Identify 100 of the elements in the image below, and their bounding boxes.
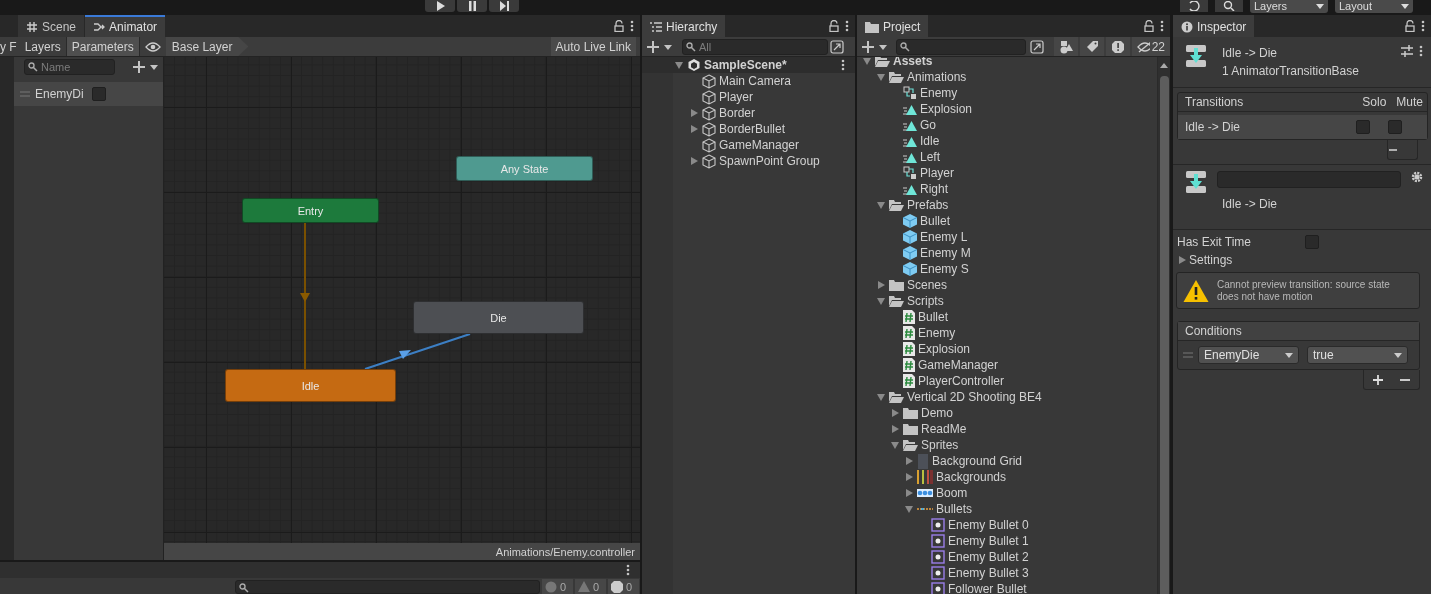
scroll-up-icon[interactable] <box>1160 63 1168 68</box>
lock-icon[interactable] <box>614 20 624 32</box>
checkbox[interactable] <box>1356 120 1370 134</box>
lock-icon[interactable] <box>1144 20 1154 32</box>
asset-name[interactable]: Scripts <box>907 293 944 309</box>
search-field[interactable]: All <box>682 38 828 55</box>
parameter-dropdown[interactable]: EnemyDie <box>1198 346 1299 364</box>
expand-arrow-icon[interactable] <box>890 440 900 450</box>
asset-name[interactable]: Enemy M <box>920 245 971 261</box>
step-button[interactable] <box>489 0 519 12</box>
asset-name[interactable]: Demo <box>921 405 953 421</box>
asset-name[interactable]: Enemy Bullet 0 <box>948 517 1029 533</box>
transition-row[interactable]: Idle -> Die <box>1178 115 1427 139</box>
panel-tab[interactable]: Animator <box>85 15 166 37</box>
expand-arrow-icon[interactable] <box>904 472 914 482</box>
add-dropdown-icon[interactable] <box>862 39 888 54</box>
asset-name[interactable]: Enemy Bullet 3 <box>948 565 1029 581</box>
counter-button[interactable]: 0 <box>542 579 573 594</box>
asset-name[interactable]: Assets <box>893 57 933 69</box>
tab-label[interactable]: y F <box>0 38 20 55</box>
asset-name[interactable]: Bullet <box>920 213 951 229</box>
search-field[interactable]: Name <box>24 59 115 75</box>
expand-arrow-icon[interactable] <box>876 296 886 306</box>
asset-name[interactable]: Scenes <box>907 277 948 293</box>
more-options-icon[interactable] <box>1419 45 1423 57</box>
asset-name[interactable]: Enemy L <box>920 229 968 245</box>
toggle-button[interactable]: Auto Live Link <box>550 37 636 56</box>
panel-tab[interactable]: Hierarchy <box>642 15 726 37</box>
asset-name[interactable]: Explosion <box>920 101 973 117</box>
lock-icon[interactable] <box>1405 20 1415 32</box>
drag-handle-icon[interactable] <box>1183 352 1193 358</box>
game-object[interactable]: GameManager <box>719 137 800 153</box>
transition-arrow[interactable] <box>364 333 471 370</box>
more-options-icon[interactable] <box>626 564 630 576</box>
transition-arrow[interactable] <box>300 222 310 370</box>
checkbox[interactable] <box>1305 235 1319 249</box>
asset-name[interactable]: Bullets <box>936 501 973 517</box>
expand-arrow-icon[interactable] <box>904 488 914 498</box>
expand-arrow-icon[interactable] <box>876 392 886 402</box>
asset-name[interactable]: Backgrounds <box>936 469 1007 485</box>
game-object[interactable]: SpawnPoint Group <box>719 153 820 169</box>
expand-arrow-icon[interactable] <box>674 60 684 70</box>
panel-tab[interactable]: Project <box>857 15 929 37</box>
breadcrumb[interactable]: Base Layer <box>165 37 249 56</box>
asset-name[interactable]: Vertical 2D Shooting BE4 <box>907 389 1042 405</box>
search-button[interactable] <box>1215 0 1243 12</box>
expand-arrow-icon[interactable] <box>876 72 886 82</box>
state-node[interactable]: Die <box>413 301 584 334</box>
game-object[interactable]: BorderBullet <box>719 121 786 137</box>
layout-dropdown[interactable]: Layout <box>1335 0 1413 13</box>
search-field[interactable] <box>235 580 540 594</box>
expand-arrow-icon[interactable] <box>904 456 914 466</box>
open-window-icon[interactable] <box>830 39 844 54</box>
asset-name[interactable]: Sprites <box>921 437 959 453</box>
expand-arrow-icon[interactable] <box>876 200 886 210</box>
expand-arrow-icon[interactable] <box>890 408 900 418</box>
game-object[interactable]: Main Camera <box>719 73 792 89</box>
hidden-packages-button[interactable]: 22 <box>1132 37 1170 56</box>
history-button[interactable] <box>1180 0 1208 12</box>
remove-button[interactable] <box>1387 140 1418 160</box>
asset-name[interactable]: Boom <box>936 485 968 501</box>
more-options-icon[interactable] <box>630 20 634 32</box>
foldout-arrow-icon[interactable] <box>1177 255 1187 265</box>
scrollbar-thumb[interactable] <box>1159 76 1169 594</box>
asset-name[interactable]: Enemy <box>920 85 958 101</box>
warning-filter-button[interactable] <box>1106 37 1130 56</box>
pause-button[interactable] <box>457 0 487 12</box>
asset-name[interactable]: Follower Bullet <box>948 581 1027 594</box>
asset-name[interactable]: Right <box>920 181 948 197</box>
expand-arrow-icon[interactable] <box>689 156 699 166</box>
search-field[interactable] <box>896 38 1026 55</box>
counter-button[interactable]: 0 <box>608 579 639 594</box>
asset-name[interactable]: Idle <box>920 133 940 149</box>
expand-arrow-icon[interactable] <box>904 504 914 514</box>
more-options-icon[interactable] <box>1421 20 1425 32</box>
expand-arrow-icon[interactable] <box>876 280 886 290</box>
asset-name[interactable]: Enemy S <box>920 261 969 277</box>
layers-dropdown[interactable]: Layers <box>1250 0 1328 13</box>
add-dropdown-icon[interactable] <box>133 60 159 74</box>
game-object[interactable]: Player <box>719 89 753 105</box>
expand-arrow-icon[interactable] <box>890 424 900 434</box>
foldout-label[interactable]: Settings <box>1189 252 1233 268</box>
checkbox[interactable] <box>92 87 106 101</box>
lock-icon[interactable] <box>829 20 839 32</box>
more-options-icon[interactable] <box>841 59 845 71</box>
counter-button[interactable]: 0 <box>575 579 606 594</box>
asset-name[interactable]: Animations <box>907 69 967 85</box>
asset-name[interactable]: Background Grid <box>932 453 1023 469</box>
open-window-icon[interactable] <box>1030 39 1044 54</box>
asset-name[interactable]: ReadMe <box>921 421 967 437</box>
add-dropdown-icon[interactable] <box>647 39 673 54</box>
presets-icon[interactable] <box>1401 45 1413 57</box>
value-dropdown[interactable]: true <box>1307 346 1408 364</box>
asset-name[interactable]: Go <box>920 117 936 133</box>
mode-tab[interactable]: Parameters <box>66 37 140 56</box>
state-node[interactable]: Entry <box>242 198 379 223</box>
filter-type-button[interactable] <box>1054 37 1078 56</box>
gear-icon[interactable] <box>1411 171 1423 183</box>
expand-arrow-icon[interactable] <box>862 57 872 66</box>
scrollbar[interactable] <box>1157 57 1170 594</box>
